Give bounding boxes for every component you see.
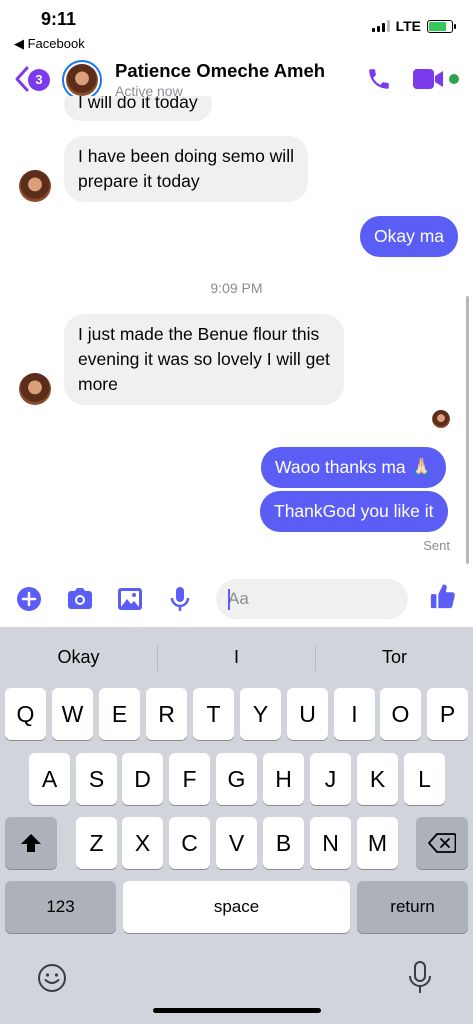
message-line: I have been doing semo will	[78, 146, 294, 166]
shift-icon	[21, 834, 41, 852]
seen-avatar	[432, 410, 450, 428]
thumbs-up-icon[interactable]	[428, 582, 458, 610]
key[interactable]: K	[357, 753, 398, 805]
key[interactable]: T	[193, 688, 234, 740]
message-input-field[interactable]	[216, 579, 408, 619]
shift-key[interactable]	[5, 817, 57, 869]
phone-icon[interactable]	[366, 66, 392, 92]
key[interactable]: V	[216, 817, 257, 869]
key[interactable]: D	[122, 753, 163, 805]
message-incoming[interactable]: I have been doing semo will prepare it t…	[64, 136, 308, 202]
key[interactable]: A	[29, 753, 70, 805]
key[interactable]: B	[263, 817, 304, 869]
return-key[interactable]: return	[357, 881, 468, 933]
video-icon[interactable]	[412, 67, 446, 91]
message-line: more	[78, 374, 118, 394]
key[interactable]: Z	[76, 817, 117, 869]
suggestion-item[interactable]: Tor	[316, 627, 473, 687]
signal-icon	[371, 20, 390, 32]
backspace-key[interactable]	[416, 817, 468, 869]
unread-count-badge[interactable]: 3	[28, 69, 50, 91]
key[interactable]: S	[76, 753, 117, 805]
plus-icon[interactable]	[15, 585, 45, 613]
microphone-icon[interactable]	[165, 585, 195, 613]
system-keyboard: Okay I Tor Q W E R T Y U I O P A S D F G…	[0, 627, 473, 1024]
key[interactable]: R	[146, 688, 187, 740]
numbers-key[interactable]: 123	[5, 881, 116, 933]
back-to-facebook-link[interactable]: ◀ Facebook	[14, 36, 85, 52]
battery-icon	[427, 19, 456, 33]
message-composer	[0, 574, 473, 626]
message-line: I just made the Benue flour this	[78, 324, 320, 344]
key[interactable]: W	[52, 688, 93, 740]
key[interactable]: F	[169, 753, 210, 805]
delivery-status: Sent	[423, 538, 450, 553]
suggestion-item[interactable]: I	[158, 627, 315, 687]
contact-avatar[interactable]	[62, 60, 102, 100]
scrollbar[interactable]	[466, 296, 469, 564]
camera-icon[interactable]	[65, 585, 95, 613]
message-thread[interactable]: I will do it today I have been doing sem…	[0, 96, 473, 570]
key[interactable]: X	[122, 817, 163, 869]
dictation-icon[interactable]	[406, 960, 434, 996]
backspace-icon	[428, 833, 457, 853]
suggestion-item[interactable]: Okay	[0, 627, 157, 687]
contact-avatar-small[interactable]	[19, 170, 51, 202]
message-outgoing[interactable]: Okay ma	[360, 216, 459, 257]
key[interactable]: H	[263, 753, 304, 805]
gallery-icon[interactable]	[115, 585, 145, 613]
message-outgoing[interactable]: Waoo thanks ma 🙏🏻	[261, 447, 447, 488]
key[interactable]: I	[334, 688, 375, 740]
key[interactable]: N	[310, 817, 351, 869]
network-label: LTE	[395, 18, 421, 34]
contact-name[interactable]: Patience Omeche Ameh	[115, 60, 325, 82]
contact-avatar-small[interactable]	[19, 373, 51, 405]
screen: { "status_bar": { "time": "9:11", "back_…	[0, 0, 473, 1024]
key[interactable]: U	[287, 688, 328, 740]
key[interactable]: C	[169, 817, 210, 869]
home-indicator[interactable]	[153, 1008, 321, 1013]
space-key[interactable]: space	[123, 881, 350, 933]
key[interactable]: Q	[5, 688, 46, 740]
message-input[interactable]	[228, 587, 368, 611]
message-line: prepare it today	[78, 171, 200, 191]
key[interactable]: O	[380, 688, 421, 740]
status-time: 9:11	[41, 9, 77, 29]
message-incoming[interactable]: I just made the Benue flour this evening…	[64, 314, 344, 405]
message-line: evening it was so lovely I will get	[78, 349, 330, 369]
key[interactable]: G	[216, 753, 257, 805]
message-outgoing[interactable]: ThankGod you like it	[260, 491, 448, 532]
keyboard-emoji-icon[interactable]	[36, 962, 68, 994]
key[interactable]: L	[404, 753, 445, 805]
key[interactable]: P	[427, 688, 468, 740]
status-indicators: LTE	[371, 18, 456, 34]
key[interactable]: J	[310, 753, 351, 805]
key[interactable]: E	[99, 688, 140, 740]
message-timestamp: 9:09 PM	[210, 280, 263, 296]
text-caret	[228, 589, 230, 610]
key[interactable]: M	[357, 817, 398, 869]
message-incoming[interactable]: I will do it today	[64, 96, 212, 121]
online-indicator	[449, 74, 459, 84]
key[interactable]: Y	[240, 688, 281, 740]
